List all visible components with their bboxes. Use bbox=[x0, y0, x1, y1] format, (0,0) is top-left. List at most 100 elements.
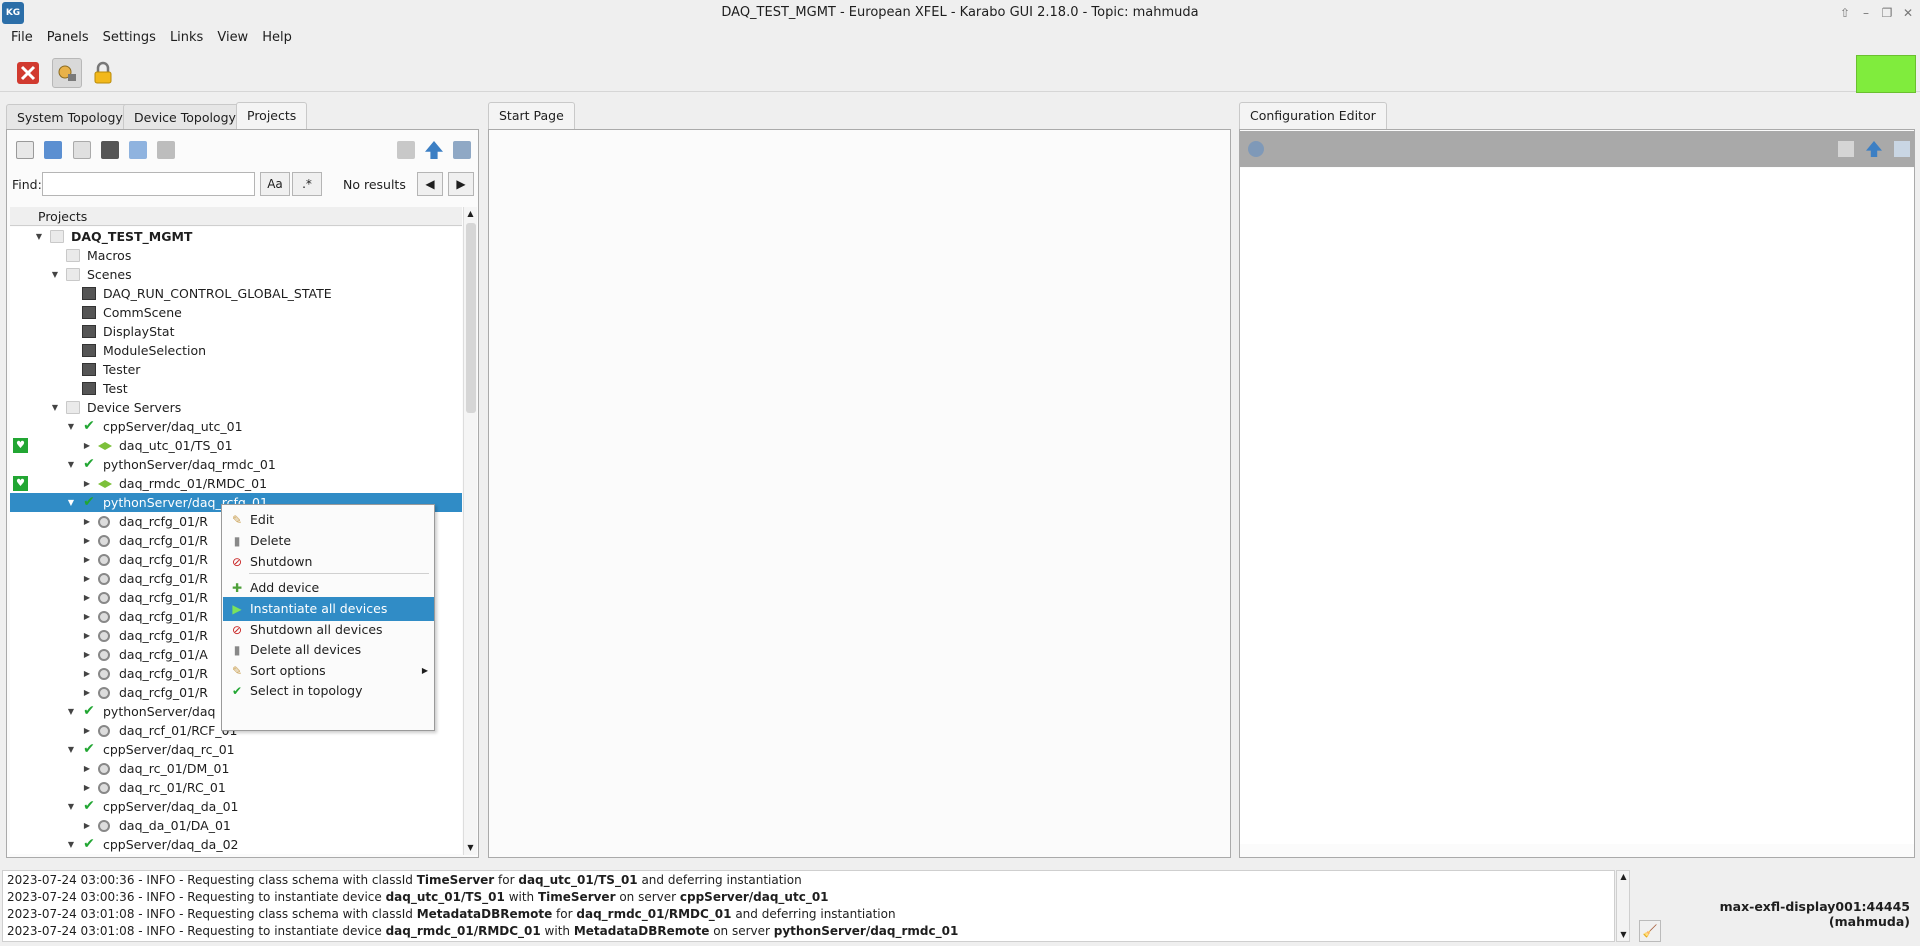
tree-row[interactable]: DisplayStat bbox=[10, 322, 462, 341]
undock-icon[interactable] bbox=[425, 141, 443, 159]
scroll-thumb[interactable] bbox=[466, 223, 476, 413]
heart-icon: ♥ bbox=[13, 476, 28, 491]
server-label: max-exfl-display001:44445 (mahmuda) bbox=[1719, 899, 1910, 929]
expand-arrow-icon[interactable]: ▶ bbox=[82, 512, 92, 531]
menu-separator bbox=[249, 573, 429, 574]
collapse-arrow-icon[interactable]: ▼ bbox=[66, 417, 76, 436]
tree-row[interactable]: Tester bbox=[10, 360, 462, 379]
load-project-icon[interactable] bbox=[44, 141, 62, 159]
tab-start-page[interactable]: Start Page bbox=[488, 102, 575, 129]
expand-arrow-icon[interactable]: ▶ bbox=[82, 645, 92, 664]
log-line: 2023-07-24 03:00:36 - INFO - Requesting … bbox=[7, 873, 802, 887]
device-offline-icon bbox=[98, 820, 110, 832]
expand-arrow-icon[interactable]: ▶ bbox=[82, 474, 92, 493]
tab-projects[interactable]: Projects bbox=[236, 102, 308, 129]
close-window-icon[interactable]: ✕ bbox=[1899, 5, 1917, 21]
scroll-up-icon[interactable]: ▲ bbox=[1618, 872, 1629, 881]
menu-settings[interactable]: Settings bbox=[98, 28, 161, 50]
expand-arrow-icon[interactable]: ▶ bbox=[82, 436, 92, 455]
find-input[interactable] bbox=[42, 172, 255, 196]
collapse-arrow-icon[interactable]: ▼ bbox=[66, 702, 76, 721]
print-icon[interactable] bbox=[397, 141, 415, 159]
tree-row[interactable]: DAQ_RUN_CONTROL_GLOBAL_STATE bbox=[10, 284, 462, 303]
expand-arrow-icon[interactable]: ▶ bbox=[82, 778, 92, 797]
expand-arrow-icon[interactable]: ▶ bbox=[82, 816, 92, 835]
log-segment: with bbox=[504, 890, 538, 904]
tree-row[interactable]: ▼ ✔ cppServer/daq_da_02 bbox=[10, 835, 462, 854]
search-icon[interactable] bbox=[1248, 141, 1264, 157]
collapse-arrow-icon[interactable]: ▼ bbox=[66, 740, 76, 759]
collapse-arrow-icon[interactable]: ▼ bbox=[50, 265, 60, 284]
expand-arrow-icon[interactable]: ▶ bbox=[82, 531, 92, 550]
tree-row[interactable]: ▼ Scenes bbox=[10, 265, 462, 284]
window-up-icon[interactable]: ⇧ bbox=[1836, 5, 1854, 21]
expand-arrow-icon[interactable]: ▶ bbox=[82, 759, 92, 778]
expand-arrow-icon[interactable]: ▶ bbox=[82, 664, 92, 683]
expand-arrow-icon[interactable]: ▶ bbox=[82, 569, 92, 588]
expand-arrow-icon[interactable]: ▶ bbox=[82, 683, 92, 702]
find-previous-button[interactable]: ◀ bbox=[417, 172, 443, 196]
ctx-item-shutdown[interactable]: ⊘ Shutdown bbox=[223, 550, 434, 574]
regex-button[interactable]: .* bbox=[292, 172, 322, 196]
maximize-panel-icon[interactable] bbox=[453, 141, 471, 159]
tree-row[interactable]: ▼ ✔ cppServer/daq_utc_01 bbox=[10, 417, 462, 436]
scroll-up-icon[interactable]: ▲ bbox=[465, 209, 476, 218]
save-project-icon[interactable] bbox=[101, 141, 119, 159]
menu-file[interactable]: File bbox=[6, 28, 38, 50]
collapse-arrow-icon[interactable]: ▼ bbox=[66, 835, 76, 854]
clear-log-button[interactable]: 🧹 bbox=[1639, 920, 1661, 942]
access-level-icon[interactable] bbox=[52, 58, 82, 88]
scroll-down-icon[interactable]: ▼ bbox=[465, 843, 476, 852]
tree-row[interactable]: CommScene bbox=[10, 303, 462, 322]
tab-system-topology[interactable]: System Topology bbox=[6, 104, 134, 129]
collapse-arrow-icon[interactable]: ▼ bbox=[66, 455, 76, 474]
tree-row[interactable]: ▼ ✔ cppServer/daq_rc_01 bbox=[10, 740, 462, 759]
server-online-icon: ✔ bbox=[83, 703, 95, 719]
tree-row[interactable]: ♥ ▶ daq_utc_01/TS_01 bbox=[10, 436, 462, 455]
new-project-icon[interactable] bbox=[16, 141, 34, 159]
expand-arrow-icon[interactable]: ▶ bbox=[82, 607, 92, 626]
scroll-down-icon[interactable]: ▼ bbox=[1618, 930, 1629, 939]
tree-row[interactable]: ▶ daq_da_01/DA_01 bbox=[10, 816, 462, 835]
menu-links[interactable]: Links bbox=[165, 28, 208, 50]
menu-view[interactable]: View bbox=[212, 28, 253, 50]
log-scrollbar[interactable]: ▲ ▼ bbox=[1616, 870, 1630, 942]
collapse-arrow-icon[interactable]: ▼ bbox=[66, 493, 76, 512]
tree-row[interactable]: ▼ ✔ cppServer/daq_da_01 bbox=[10, 797, 462, 816]
tab-device-topology[interactable]: Device Topology bbox=[123, 104, 247, 129]
trash-project-icon[interactable] bbox=[157, 141, 175, 159]
maximize-icon[interactable]: ❐ bbox=[1878, 5, 1896, 21]
menu-help[interactable]: Help bbox=[257, 28, 297, 50]
maximize-panel-icon[interactable] bbox=[1894, 141, 1910, 157]
minimize-icon[interactable]: – bbox=[1857, 5, 1875, 21]
collapse-arrow-icon[interactable]: ▼ bbox=[66, 797, 76, 816]
undock-icon[interactable] bbox=[1866, 141, 1882, 157]
menu-panels[interactable]: Panels bbox=[42, 28, 94, 50]
tree-row[interactable]: ▶ daq_rc_01/DM_01 bbox=[10, 759, 462, 778]
reload-project-icon[interactable] bbox=[129, 141, 147, 159]
expand-arrow-icon[interactable]: ▶ bbox=[82, 588, 92, 607]
device-offline-icon bbox=[98, 649, 110, 661]
tree-row[interactable]: Macros bbox=[10, 246, 462, 265]
collapse-arrow-icon[interactable]: ▼ bbox=[50, 398, 60, 417]
tree-row[interactable]: ModuleSelection bbox=[10, 341, 462, 360]
tree-row[interactable]: ▼ Device Servers bbox=[10, 398, 462, 417]
ctx-item-select-in-topology[interactable]: ✔ Select in topology bbox=[223, 679, 434, 703]
collapse-arrow-icon[interactable]: ▼ bbox=[34, 227, 44, 246]
expand-arrow-icon[interactable]: ▶ bbox=[82, 550, 92, 569]
lock-icon[interactable] bbox=[88, 58, 118, 88]
expand-arrow-icon[interactable]: ▶ bbox=[82, 626, 92, 645]
case-sensitive-button[interactable]: Aa bbox=[260, 172, 290, 196]
copy-project-icon[interactable] bbox=[73, 141, 91, 159]
tree-row[interactable]: Test bbox=[10, 379, 462, 398]
tree-scrollbar[interactable]: ▲ ▼ bbox=[463, 207, 477, 855]
tree-row[interactable]: ♥ ▶ daq_rmdc_01/RMDC_01 bbox=[10, 474, 462, 493]
find-next-button[interactable]: ▶ bbox=[448, 172, 474, 196]
print-icon[interactable] bbox=[1838, 141, 1854, 157]
tree-row[interactable]: ▼ DAQ_TEST_MGMT bbox=[10, 227, 462, 246]
expand-arrow-icon[interactable]: ▶ bbox=[82, 721, 92, 740]
tree-row[interactable]: ▼ ✔ pythonServer/daq_rmdc_01 bbox=[10, 455, 462, 474]
tab-configuration-editor[interactable]: Configuration Editor bbox=[1239, 102, 1387, 129]
tree-row[interactable]: ▶ daq_rc_01/RC_01 bbox=[10, 778, 462, 797]
disconnect-icon[interactable] bbox=[13, 58, 43, 88]
